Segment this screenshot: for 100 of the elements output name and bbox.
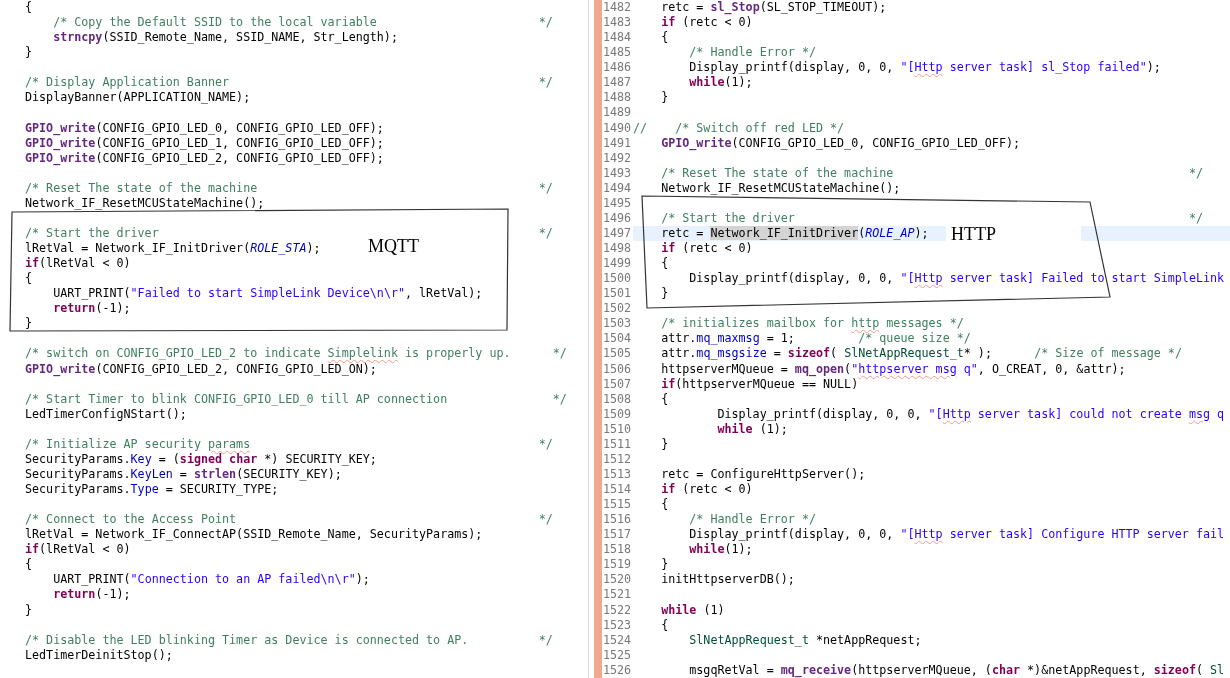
line-number: 1522 xyxy=(602,602,633,618)
code-line: retc = sl_Stop(SL_STOP_TIMEOUT); xyxy=(660,0,887,16)
line-number: 1526 xyxy=(602,662,633,678)
line-number: 1517 xyxy=(602,527,633,543)
line-number: 1504 xyxy=(602,331,633,347)
line-number: 1484 xyxy=(602,30,633,46)
code-line: DisplayBanner(APPLICATION_NAME); xyxy=(25,90,251,106)
line-number: 1487 xyxy=(602,75,633,91)
line-number: 1491 xyxy=(602,135,633,151)
code-line: if (retc < 0) xyxy=(660,241,753,257)
line-number: 1524 xyxy=(602,632,633,648)
code-line: LedTimerConfigNStart(); xyxy=(25,406,187,422)
code-line: } xyxy=(660,436,669,452)
line-number: 1482 xyxy=(602,0,633,16)
code-line: { xyxy=(25,557,33,573)
code-line: /* Start Timer to blink CONFIG_GPIO_LED_0 till AP connection */ xyxy=(25,391,567,407)
code-line: { xyxy=(660,391,669,407)
line-number: 1512 xyxy=(602,451,633,467)
code-line: UART_PRINT("Connection to an AP failed\n\r"); xyxy=(52,572,370,588)
code-line: Network_IF_ResetMCUStateMachine(); xyxy=(660,180,901,196)
line-number: 1521 xyxy=(602,587,633,603)
line-number: 1495 xyxy=(602,195,633,211)
code-line: Network_IF_ResetMCUStateMachine(); xyxy=(25,195,265,211)
code-line: while (1) xyxy=(660,602,725,618)
line-number: 1502 xyxy=(602,301,633,317)
annotation-label: HTTP xyxy=(946,224,1081,244)
code-line: GPIO_write(CONFIG_GPIO_LED_0, CONFIG_GPIO_LED_OFF); xyxy=(25,120,384,136)
code-line: GPIO_write(CONFIG_GPIO_LED_2, CONFIG_GPIO_LED_ON); xyxy=(25,361,377,377)
code-line: msgqRetVal = mq_receive(httpserverMQueue, (char *)&netAppRequest, sizeof( Sl xyxy=(688,662,1225,678)
code-line: /* Handle Error */ xyxy=(688,512,816,528)
code-line: /* Reset The state of the machine */ xyxy=(660,165,1203,181)
line-number: 1492 xyxy=(602,150,633,166)
code-line: lRetVal = Network_IF_ConnectAP(SSID_Remote_Name, SecurityParams); xyxy=(25,527,483,543)
line-number: 1493 xyxy=(602,165,633,181)
line-number: 1501 xyxy=(602,286,633,302)
code-line: /* initializes mailbox for http messages */ xyxy=(660,316,964,332)
line-number: 1499 xyxy=(602,256,633,272)
code-line: attr.mq_msgsize = sizeof( SlNetAppRequest_t* ); /* Size of message */ xyxy=(660,346,1182,362)
line-number: 1516 xyxy=(602,512,633,528)
line-number: 1503 xyxy=(602,316,633,332)
code-line: /* Disable the LED blinking Timer as Device is connected to AP. */ xyxy=(25,632,553,648)
line-number: 1507 xyxy=(602,376,633,392)
code-line: if (retc < 0) xyxy=(660,15,753,31)
line-number: 1510 xyxy=(602,421,633,437)
code-line: if (retc < 0) xyxy=(660,482,753,498)
code-line: retc = Network_IF_InitDriver(ROLE_AP); xyxy=(660,225,929,241)
code-line: { xyxy=(25,0,33,16)
code-line: } xyxy=(660,286,669,302)
line-number: 1513 xyxy=(602,466,633,482)
code-line: Display_printf(display, 0, 0, "[Http server task] Failed to start SimpleLink xyxy=(688,271,1225,287)
code-line: LedTimerDeinitStop(); xyxy=(25,647,173,663)
code-line: /* Connect to the Access Point */ xyxy=(25,512,553,528)
code-line: } xyxy=(25,45,33,61)
line-number: 1489 xyxy=(602,105,633,121)
code-line: SecurityParams.Key = (signed char *) SECURITY_KEY; xyxy=(25,451,377,467)
line-number: 1523 xyxy=(602,617,633,633)
line-number: 1519 xyxy=(602,557,633,573)
line-number: 1509 xyxy=(602,406,633,422)
line-number: 1500 xyxy=(602,271,633,287)
code-line: httpserverMQueue = mq_open("httpserver msg q", O_CREAT, 0, &attr); xyxy=(660,361,1126,377)
code-line: /* Start the driver */ xyxy=(660,210,1203,226)
code-line: initHttpserverDB(); xyxy=(660,572,795,588)
code-line: } xyxy=(25,316,33,332)
code-line: } xyxy=(660,90,669,106)
line-number: 1486 xyxy=(602,60,633,76)
line-number: 1496 xyxy=(602,210,633,226)
code-line: strncpy(SSID_Remote_Name, SSID_NAME, Str_Length); xyxy=(52,30,398,46)
code-line: GPIO_write(CONFIG_GPIO_LED_0, CONFIG_GPIO_LED_OFF); xyxy=(660,135,1020,151)
line-number: 1497 xyxy=(602,225,633,241)
code-line: SecurityParams.Type = SECURITY_TYPE; xyxy=(25,482,279,498)
code-line: /* switch on CONFIG_GPIO_LED_2 to indicate Simplelink is properly up. */ xyxy=(25,346,567,362)
code-line: if(lRetVal < 0) xyxy=(25,542,131,558)
line-number: 1511 xyxy=(602,436,633,452)
line-number: 1515 xyxy=(602,497,633,513)
code-line: Display_printf(display, 0, 0, "[Http server task] could not create msg q xyxy=(716,406,1225,422)
line-number: 1488 xyxy=(602,90,633,106)
line-number: 1498 xyxy=(602,241,633,257)
code-line: UART_PRINT("Failed to start SimpleLink Device\n\r", lRetVal); xyxy=(52,286,483,302)
code-line: while(1); xyxy=(688,75,753,91)
code-line: return(-1); xyxy=(52,587,131,603)
line-number: 1506 xyxy=(602,361,633,377)
code-line: while (1); xyxy=(716,421,788,437)
line-number: 1505 xyxy=(602,346,633,362)
code-line: attr.mq_maxmsg = 1; /* queue size */ xyxy=(660,331,971,347)
code-line: GPIO_write(CONFIG_GPIO_LED_2, CONFIG_GPIO_LED_OFF); xyxy=(25,150,384,166)
code-line: { xyxy=(660,256,669,272)
line-number: 1508 xyxy=(602,391,633,407)
line-number: 1525 xyxy=(602,647,633,663)
code-line: /* Display Application Banner */ xyxy=(25,75,553,91)
code-line: GPIO_write(CONFIG_GPIO_LED_1, CONFIG_GPIO_LED_OFF); xyxy=(25,135,384,151)
code-line: { xyxy=(660,30,669,46)
code-line: { xyxy=(25,271,33,287)
code-line: SlNetAppRequest_t *netAppRequest; xyxy=(688,632,922,648)
line-number: 1483 xyxy=(602,15,633,31)
code-line: { xyxy=(660,497,669,513)
code-line: // /* Switch off red LED */ xyxy=(633,120,845,136)
code-line: SecurityParams.KeyLen = strlen(SECURITY_KEY); xyxy=(25,466,342,482)
code-line: /* Reset The state of the machine */ xyxy=(25,180,553,196)
code-line: Display_printf(display, 0, 0, "[Http server task] Configure HTTP server fail xyxy=(688,527,1225,543)
line-number: 1485 xyxy=(602,45,633,61)
